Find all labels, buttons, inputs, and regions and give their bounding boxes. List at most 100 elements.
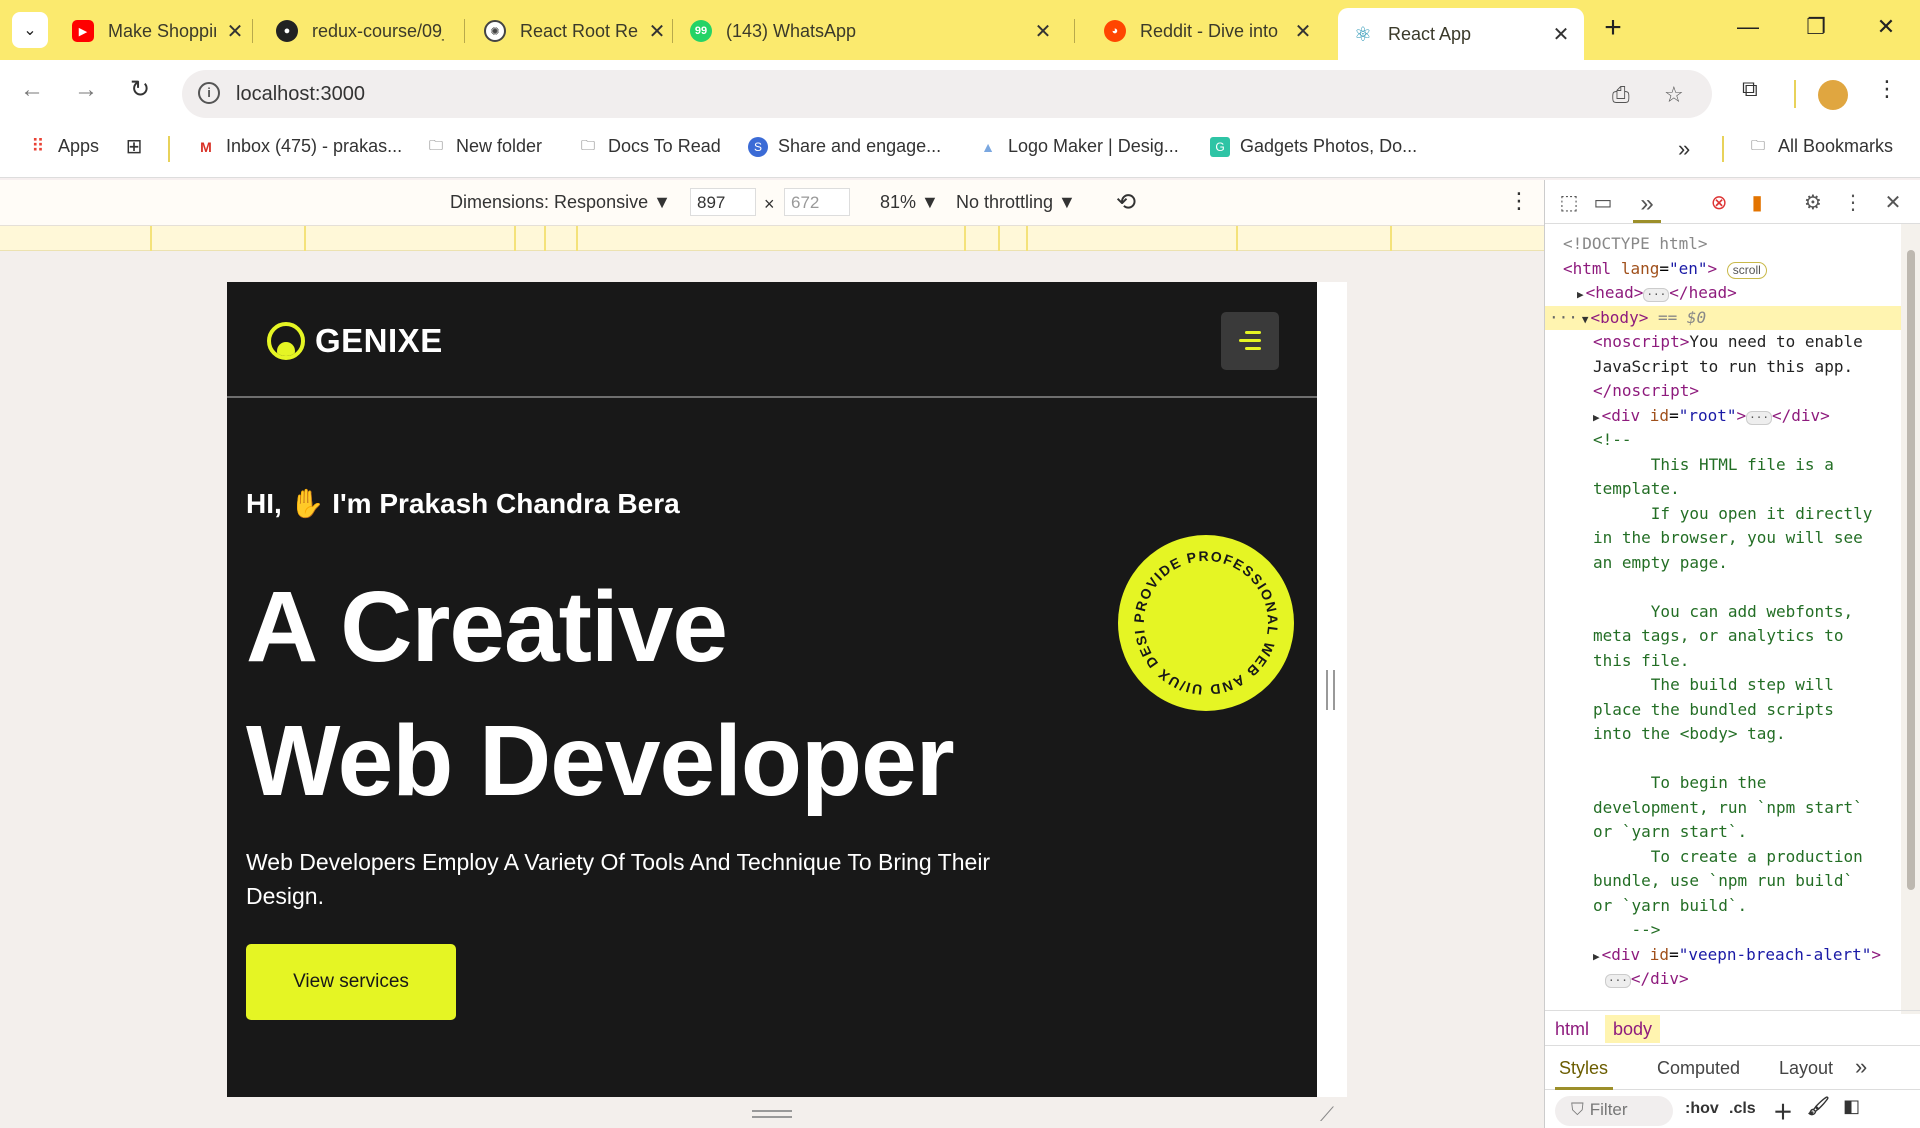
bookmark-share[interactable]: S Share and engage... [748,136,941,157]
tab-react-app[interactable]: ⚛ React App ✕ [1338,8,1584,60]
dom-node-line[interactable]: <!-- [1545,428,1901,452]
cls-toggle[interactable]: .cls [1729,1100,1756,1118]
crumb-body[interactable]: body [1605,1015,1661,1043]
dom-node-line[interactable]: The build step will [1545,673,1901,697]
bookmark-grid[interactable]: ⊞ [124,136,154,158]
bookmark-apps[interactable]: ⠿ Apps [28,136,99,157]
devtools-menu-icon[interactable]: ⋮ [1839,190,1867,215]
tab-chatgpt[interactable]: ✺ React Root Render ✕ [470,10,680,52]
dom-node-line[interactable]: an empty page. [1545,551,1901,575]
media-query-bar[interactable] [0,226,1544,251]
paint-icon[interactable]: 🖌 [1807,1096,1830,1117]
extensions-icon[interactable]: ⧉ [1742,76,1758,102]
new-tab-button[interactable]: + [1596,12,1630,46]
close-window-icon[interactable]: ✕ [1856,14,1916,40]
site-info-icon[interactable]: i [198,82,220,104]
dom-node-line[interactable]: place the bundled scripts [1545,698,1901,722]
close-icon[interactable]: ✕ [1034,19,1052,44]
close-icon[interactable]: ✕ [226,19,244,44]
dom-node-line[interactable]: This HTML file is a [1545,453,1901,477]
dom-node-line[interactable]: or `yarn start`. [1545,820,1901,844]
dom-node-line[interactable]: ▶ <div id="veepn-breach-alert"> [1545,943,1901,967]
tab-github[interactable]: ● redux-course/09_r ✕ [262,10,458,52]
dom-node-line[interactable]: </noscript> [1545,379,1901,403]
resize-handle-bottom[interactable] [752,1110,792,1118]
tab-styles[interactable]: Styles [1559,1058,1608,1079]
dom-node-line[interactable]: meta tags, or analytics to [1545,624,1901,648]
url-text[interactable]: localhost:3000 [236,83,365,106]
expand-arrow-icon[interactable]: ▶ [1593,411,1600,424]
back-icon[interactable]: ← [16,74,48,106]
close-icon[interactable]: ✕ [1552,22,1570,47]
more-options-icon[interactable]: ⋮ [1508,188,1530,214]
dom-node-line[interactable]: in the browser, you will see [1545,526,1901,550]
more-tabs-icon[interactable]: » [1633,190,1661,218]
minimize-icon[interactable]: — [1718,14,1778,40]
settings-gear-icon[interactable]: ⚙ [1799,190,1827,215]
bookmarks-overflow-button[interactable]: » [1678,136,1690,162]
zoom-dropdown[interactable]: 81% ▼ [880,192,939,213]
crumb-html[interactable]: html [1547,1015,1597,1043]
dom-node-line[interactable] [1545,747,1901,771]
device-toggle-icon[interactable]: ▭ [1589,190,1617,215]
reload-icon[interactable]: ↻ [124,74,156,106]
install-app-icon[interactable]: ⎙ [1612,82,1630,108]
expand-arrow-icon[interactable]: ▶ [1577,288,1584,301]
dom-node-selected[interactable]: ··· ▼ <body> == $0 [1545,305,1901,330]
bookmark-logo-maker[interactable]: ▲ Logo Maker | Desig... [978,136,1179,157]
dom-node-line[interactable]: ··· </div> [1545,967,1901,991]
inspect-element-icon[interactable]: ⬚ [1555,190,1583,215]
dom-node-line[interactable]: development, run `npm start` [1545,796,1901,820]
forward-icon[interactable]: → [70,74,102,106]
close-devtools-icon[interactable]: ✕ [1879,190,1907,215]
dom-node-line[interactable]: bundle, use `npm run build` [1545,869,1901,893]
address-bar[interactable]: i localhost:3000 ⎙ ☆ [182,70,1712,118]
hamburger-menu-button[interactable] [1221,312,1279,370]
avatar[interactable] [1818,80,1848,110]
close-icon[interactable]: ✕ [1294,19,1312,44]
bookmark-new-folder[interactable]: 🗀 New folder [426,136,542,157]
dom-node-line[interactable]: <!DOCTYPE html> [1545,232,1901,256]
dom-node-line[interactable]: <noscript>You need to enable [1545,330,1901,354]
dom-node-line[interactable]: You can add webfonts, [1545,600,1901,624]
dom-node-line[interactable]: this file. [1545,649,1901,673]
new-rule-icon[interactable]: ＋ [1773,1096,1793,1125]
dom-node-line[interactable]: template. [1545,477,1901,501]
restore-icon[interactable]: ❐ [1786,14,1846,40]
width-input[interactable]: 897 [690,188,756,216]
tab-computed[interactable]: Computed [1657,1058,1740,1079]
throttling-dropdown[interactable]: No throttling ▼ [956,192,1076,213]
close-icon[interactable]: ✕ [648,19,666,44]
height-input[interactable]: 672 [784,188,850,216]
site-logo[interactable]: GENIXE [267,322,443,360]
dom-node-line[interactable]: To create a production [1545,845,1901,869]
bookmark-inbox[interactable]: M Inbox (475) - prakas... [196,136,402,157]
dom-node-line[interactable]: If you open it directly [1545,502,1901,526]
styles-filter-input[interactable]: ⛉ Filter [1555,1096,1673,1126]
dom-node-line[interactable] [1545,575,1901,599]
tab-whatsapp[interactable]: 99 (143) WhatsApp ✕ [676,10,1058,52]
dom-node-line[interactable]: <html lang="en"> scroll [1545,257,1901,281]
warnings-icon[interactable]: ▮ [1743,190,1771,215]
tab-search-button[interactable]: ⌄ [12,12,48,48]
dom-scrollbar[interactable] [1901,224,1920,1014]
all-bookmarks-button[interactable]: 🗀 All Bookmarks [1748,136,1893,157]
dom-node-line[interactable]: or `yarn build`. [1545,894,1901,918]
dom-node-line[interactable]: into the <body> tag. [1545,722,1901,746]
more-style-tabs-icon[interactable]: » [1855,1054,1867,1080]
hov-toggle[interactable]: :hov [1685,1100,1719,1118]
dom-node-line[interactable]: ▶ <div id="root"> ··· </div> [1545,404,1901,428]
tab-youtube[interactable]: ▶ Make Shopping Ca ✕ [58,10,258,52]
expand-arrow-icon[interactable]: ▶ [1593,950,1600,963]
resize-handle-corner[interactable]: ⟋ [1320,1104,1334,1127]
bookmark-docs-to-read[interactable]: 🗀 Docs To Read [578,136,721,157]
dom-tree[interactable]: <!DOCTYPE html> <html lang="en"> scroll ▶ <… [1545,224,1901,1014]
scrollbar-thumb[interactable] [1907,250,1915,890]
expand-arrow-icon[interactable]: ▼ [1582,313,1589,326]
tab-reddit[interactable]: ◕ Reddit - Dive into ✕ [1090,10,1326,52]
resize-handle-right[interactable] [1326,670,1335,710]
bookmark-gadgets[interactable]: G Gadgets Photos, Do... [1210,136,1417,157]
rotate-icon[interactable]: ⟲ [1116,188,1136,217]
more-menu-icon[interactable]: ⋮ [1876,76,1898,102]
dimensions-dropdown[interactable]: Dimensions: Responsive ▼ [450,192,671,213]
